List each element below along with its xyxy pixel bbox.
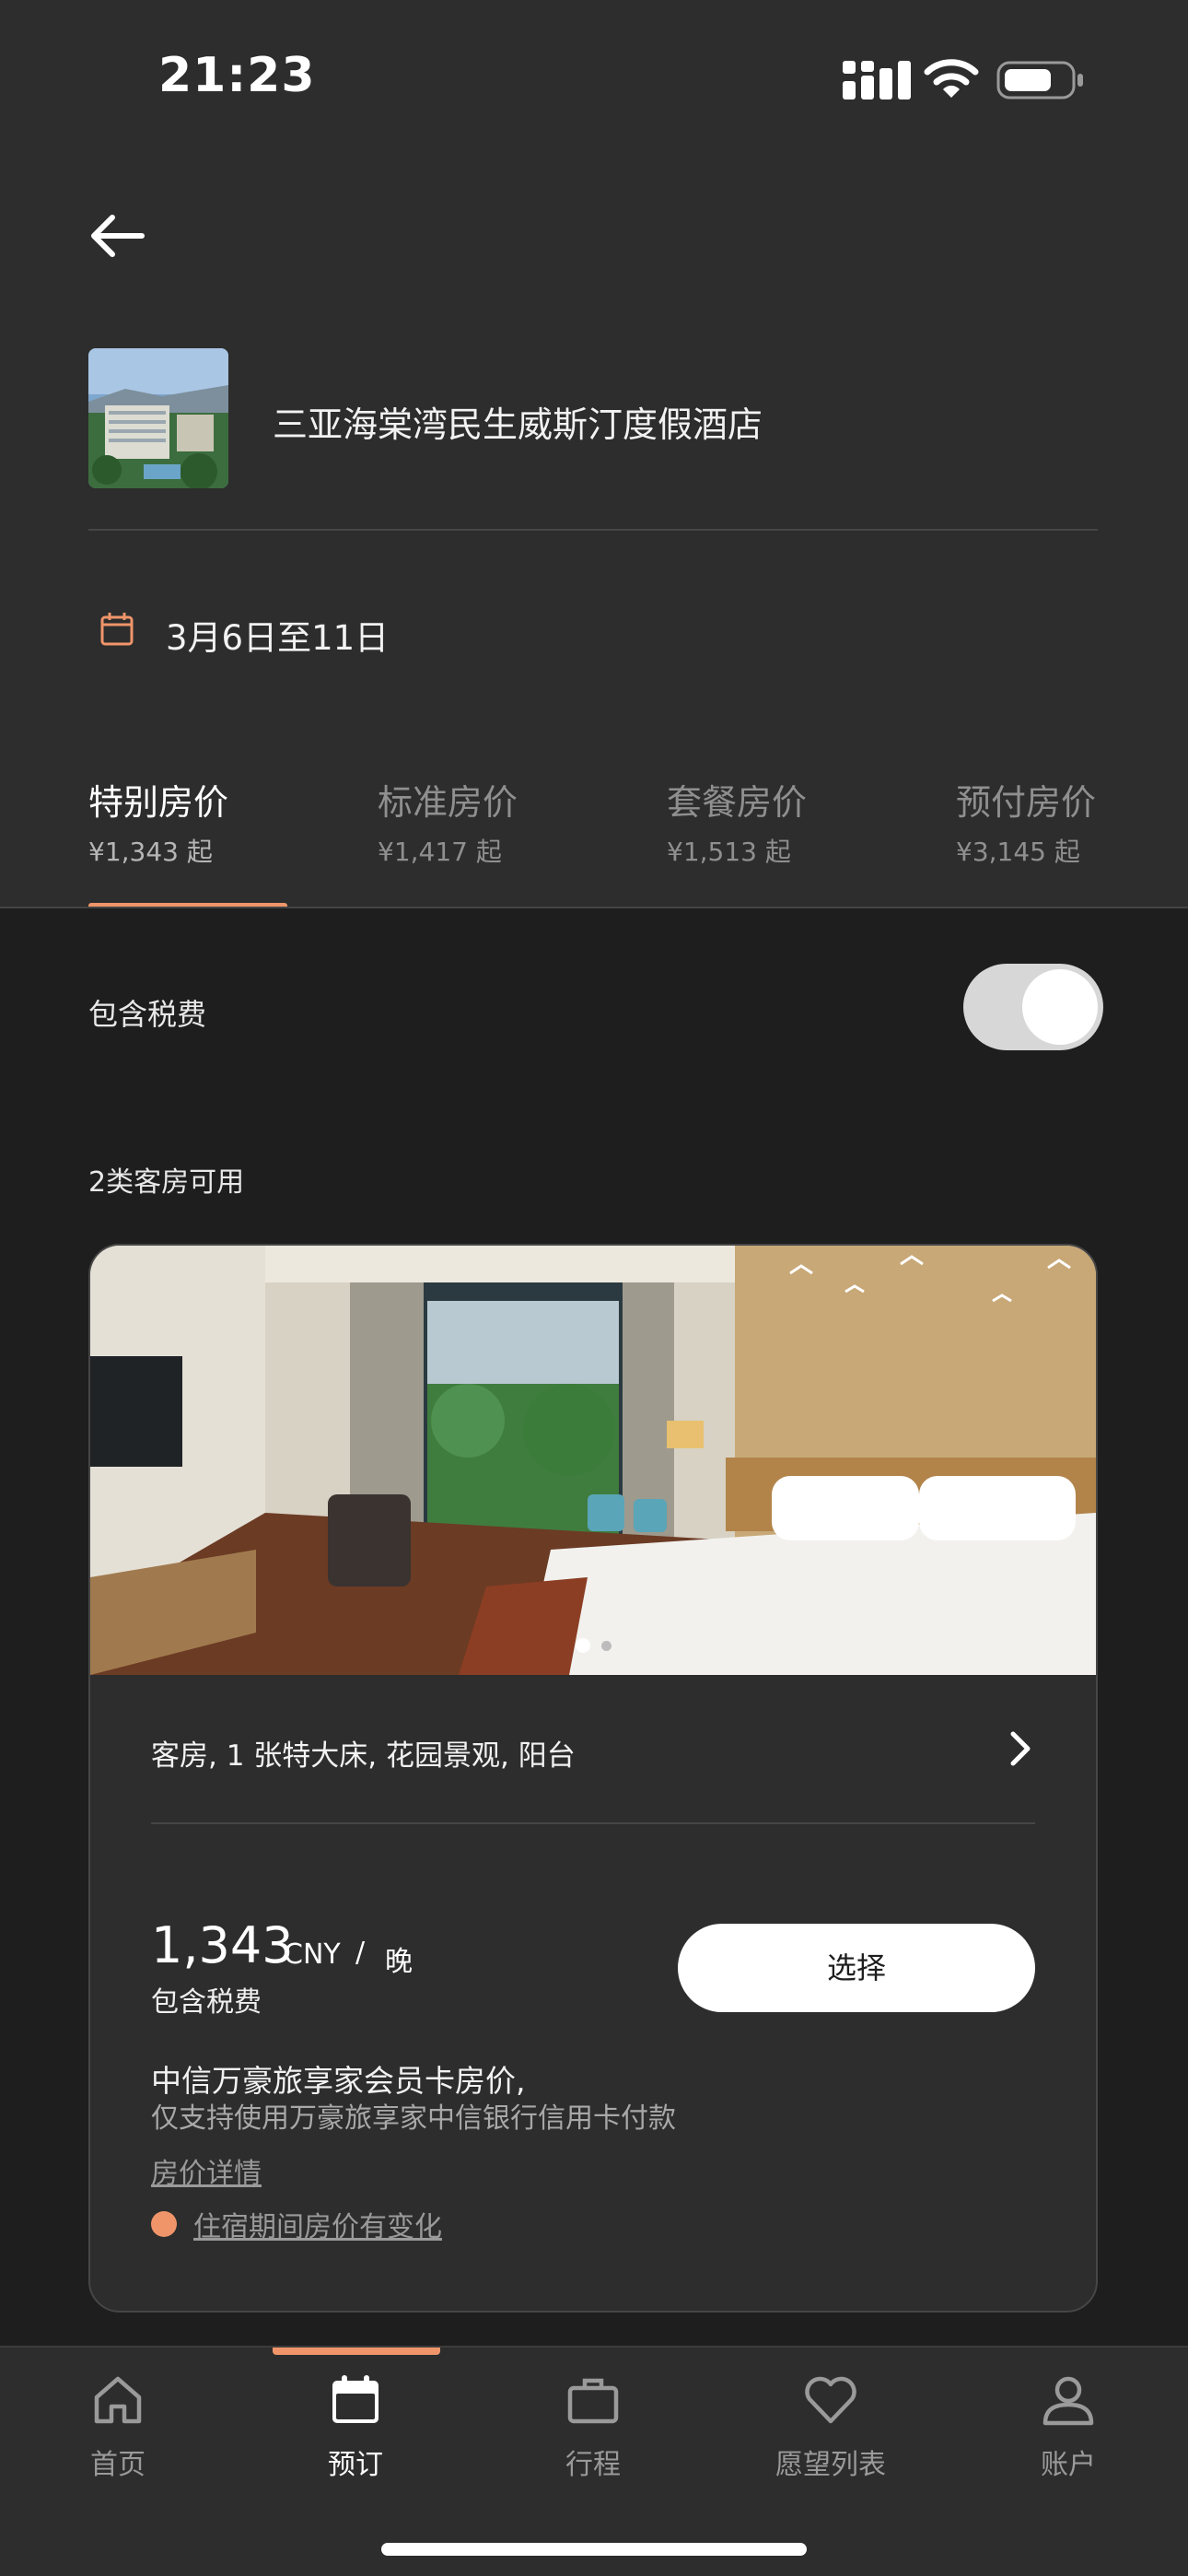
tab-price: ¥1,417 起	[378, 837, 502, 867]
room-title: 客房, 1 张特大床, 花园景观, 阳台	[151, 1739, 576, 1773]
nav-active-indicator	[273, 2348, 440, 2355]
include-tax-label: 包含税费	[88, 997, 207, 1032]
nightly-price: 1,343	[151, 1916, 294, 1974]
rate-tabs: 特别房价 ¥1,343 起 标准房价 ¥1,417 起 套餐房价 ¥1,513 …	[0, 774, 1188, 908]
nav-label: 账户	[1041, 2449, 1096, 2481]
stay-dates[interactable]: 3月6日至11日	[166, 610, 389, 660]
status-time: 21:23	[158, 48, 316, 103]
room-photo[interactable]	[90, 1246, 1096, 1675]
select-button[interactable]: 选择	[678, 1924, 1035, 2012]
status-bar: 21:23	[0, 0, 1188, 157]
promo-subtitle: 仅支持使用万豪旅享家中信银行信用卡付款	[151, 2102, 676, 2135]
pagination-dot-active	[575, 1638, 590, 1653]
nav-label: 愿望列表	[775, 2449, 886, 2481]
tab-label: 标准房价	[378, 782, 518, 823]
price-unit: 晚	[385, 1946, 413, 1978]
hotel-thumbnail	[88, 348, 228, 488]
nav-item-account[interactable]: 账户	[976, 2371, 1160, 2491]
price-separator: /	[355, 1937, 366, 1969]
tab-special-rate[interactable]: 特别房价 ¥1,343 起	[88, 774, 328, 908]
wifi-icon	[924, 59, 979, 98]
nav-item-wishlist[interactable]: 愿望列表	[739, 2371, 923, 2491]
nav-label: 行程	[565, 2449, 621, 2481]
tab-label: 特别房价	[88, 782, 229, 823]
briefcase-icon	[567, 2378, 619, 2424]
tab-price: ¥1,513 起	[667, 837, 791, 867]
nav-item-booking[interactable]: 预订	[263, 2371, 448, 2491]
hotel-name: 三亚海棠湾民生威斯汀度假酒店	[273, 404, 763, 445]
rate-details-link[interactable]: 房价详情	[151, 2150, 262, 2191]
nav-label: 首页	[90, 2449, 146, 2481]
nav-item-trips[interactable]: 行程	[501, 2371, 685, 2491]
tabs-divider	[0, 907, 1188, 908]
divider	[88, 529, 1098, 531]
nav-item-home[interactable]: 首页	[26, 2371, 210, 2491]
battery-icon	[996, 61, 1083, 100]
price-change-dot	[151, 2211, 177, 2237]
tab-label: 套餐房价	[667, 782, 808, 823]
include-tax-toggle[interactable]	[963, 964, 1103, 1050]
home-indicator	[381, 2543, 807, 2556]
tab-price: ¥3,145 起	[956, 837, 1080, 867]
tab-price: ¥1,343 起	[88, 837, 213, 867]
rooms-available-count: 2类客房可用	[88, 1166, 245, 1199]
room-card: 客房, 1 张特大床, 花园景观, 阳台 1,343 CNY / 晚 包含税费 …	[88, 1244, 1098, 2313]
tab-package-rate[interactable]: 套餐房价 ¥1,513 起	[667, 774, 906, 908]
home-icon	[94, 2376, 142, 2424]
signal-icon	[843, 61, 911, 100]
page: 21:23 三亚海棠湾民生威斯汀度假酒店 3月6日至11日 特别房价 ¥1,34…	[0, 0, 1188, 2576]
price-tax-note: 包含税费	[151, 1986, 262, 2019]
photo-pagination	[90, 1638, 1096, 1657]
calendar-icon	[100, 613, 134, 646]
person-icon	[1042, 2376, 1094, 2426]
chevron-right-icon	[1010, 1731, 1031, 1766]
back-arrow-icon[interactable]	[85, 208, 149, 263]
promo-title: 中信万豪旅享家会员卡房价,	[151, 2063, 526, 2099]
tab-label: 预付房价	[956, 782, 1097, 823]
toggle-knob	[1022, 969, 1098, 1045]
calendar-icon	[332, 2375, 379, 2423]
tab-standard-rate[interactable]: 标准房价 ¥1,417 起	[378, 774, 617, 908]
price-change-link[interactable]: 住宿期间房价有变化	[193, 2204, 442, 2244]
pagination-dot	[600, 1641, 611, 1651]
nav-label: 预订	[328, 2449, 383, 2481]
room-details-row[interactable]: 客房, 1 张特大床, 花园景观, 阳台	[90, 1675, 1096, 1822]
divider	[151, 1822, 1035, 1824]
header-section: 21:23 三亚海棠湾民生威斯汀度假酒店 3月6日至11日 特别房价 ¥1,34…	[0, 0, 1188, 908]
bottom-nav: 首页 预订 行程 愿望列表 账户	[0, 2346, 1188, 2576]
price-currency: CNY	[284, 1938, 341, 1971]
heart-icon	[805, 2376, 856, 2424]
tab-prepaid-rate[interactable]: 预付房价 ¥3,145 起	[956, 774, 1188, 908]
